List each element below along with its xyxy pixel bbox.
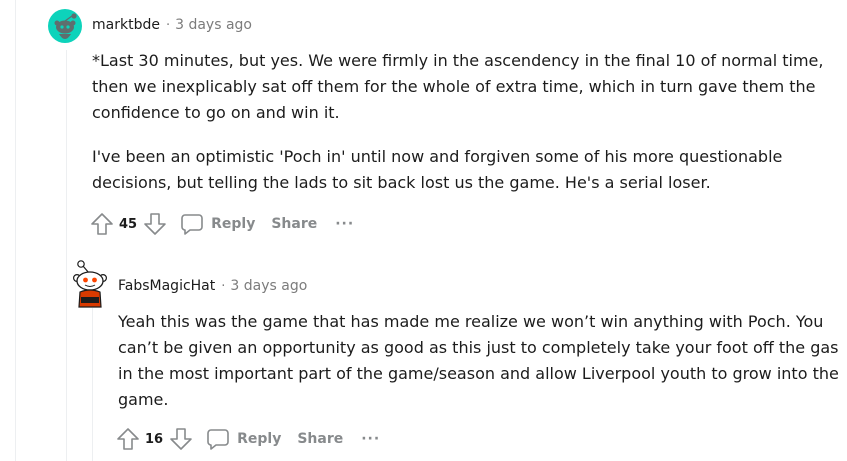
snoo-character-avatar-icon	[72, 260, 108, 308]
comment-paragraph: I've been an optimistic 'Poch in' until …	[92, 147, 783, 192]
share-label: Share	[271, 216, 318, 232]
share-button[interactable]: Share	[297, 431, 343, 447]
comment-body: Yeah this was the game that has made me …	[118, 309, 840, 431]
comment-marktbde: marktbde · 3 days ago *Last 30 minutes, …	[0, 0, 847, 245]
default-snoo-avatar-icon	[48, 9, 82, 43]
comment-meta: marktbde · 3 days ago	[92, 17, 252, 33]
avatar[interactable]	[72, 259, 110, 309]
author-name[interactable]: marktbde	[92, 17, 160, 33]
comment-meta: FabsMagicHat · 3 days ago	[118, 278, 307, 294]
timestamp[interactable]: 3 days ago	[230, 278, 307, 294]
comment-body: *Last 30 minutes, but yes. We were firml…	[92, 48, 840, 214]
more-options-button[interactable]: ···	[335, 216, 354, 232]
meta-separator: ·	[221, 278, 226, 294]
comment-paragraph: Yeah this was the game that has made me …	[118, 312, 839, 409]
comment-fabsmagichat: FabsMagicHat · 3 days ago Yeah this was …	[0, 250, 847, 461]
vote-score: 16	[145, 431, 164, 447]
share-label: Share	[297, 431, 344, 447]
vote-score: 45	[119, 216, 138, 232]
reply-button[interactable]: Reply	[181, 213, 255, 235]
reply-button[interactable]: Reply	[207, 428, 281, 450]
comment-paragraph: *Last 30 minutes, but yes. We were firml…	[92, 51, 824, 122]
downvote-arrow-icon[interactable]	[169, 427, 193, 451]
upvote-arrow-icon[interactable]	[116, 427, 140, 451]
author-name[interactable]: FabsMagicHat	[118, 278, 215, 294]
speech-bubble-icon	[207, 429, 229, 450]
avatar[interactable]	[48, 9, 82, 43]
comment-actions: 45 Reply Share ···	[90, 212, 354, 236]
share-button[interactable]: Share	[271, 216, 317, 232]
timestamp[interactable]: 3 days ago	[175, 17, 252, 33]
more-options-button[interactable]: ···	[361, 431, 380, 447]
downvote-arrow-icon[interactable]	[143, 212, 167, 236]
upvote-arrow-icon[interactable]	[90, 212, 114, 236]
meta-separator: ·	[165, 17, 171, 33]
comment-actions: 16 Reply Share ···	[116, 427, 380, 451]
speech-bubble-icon	[181, 214, 203, 235]
reply-label: Reply	[237, 431, 282, 447]
reply-label: Reply	[211, 216, 256, 232]
